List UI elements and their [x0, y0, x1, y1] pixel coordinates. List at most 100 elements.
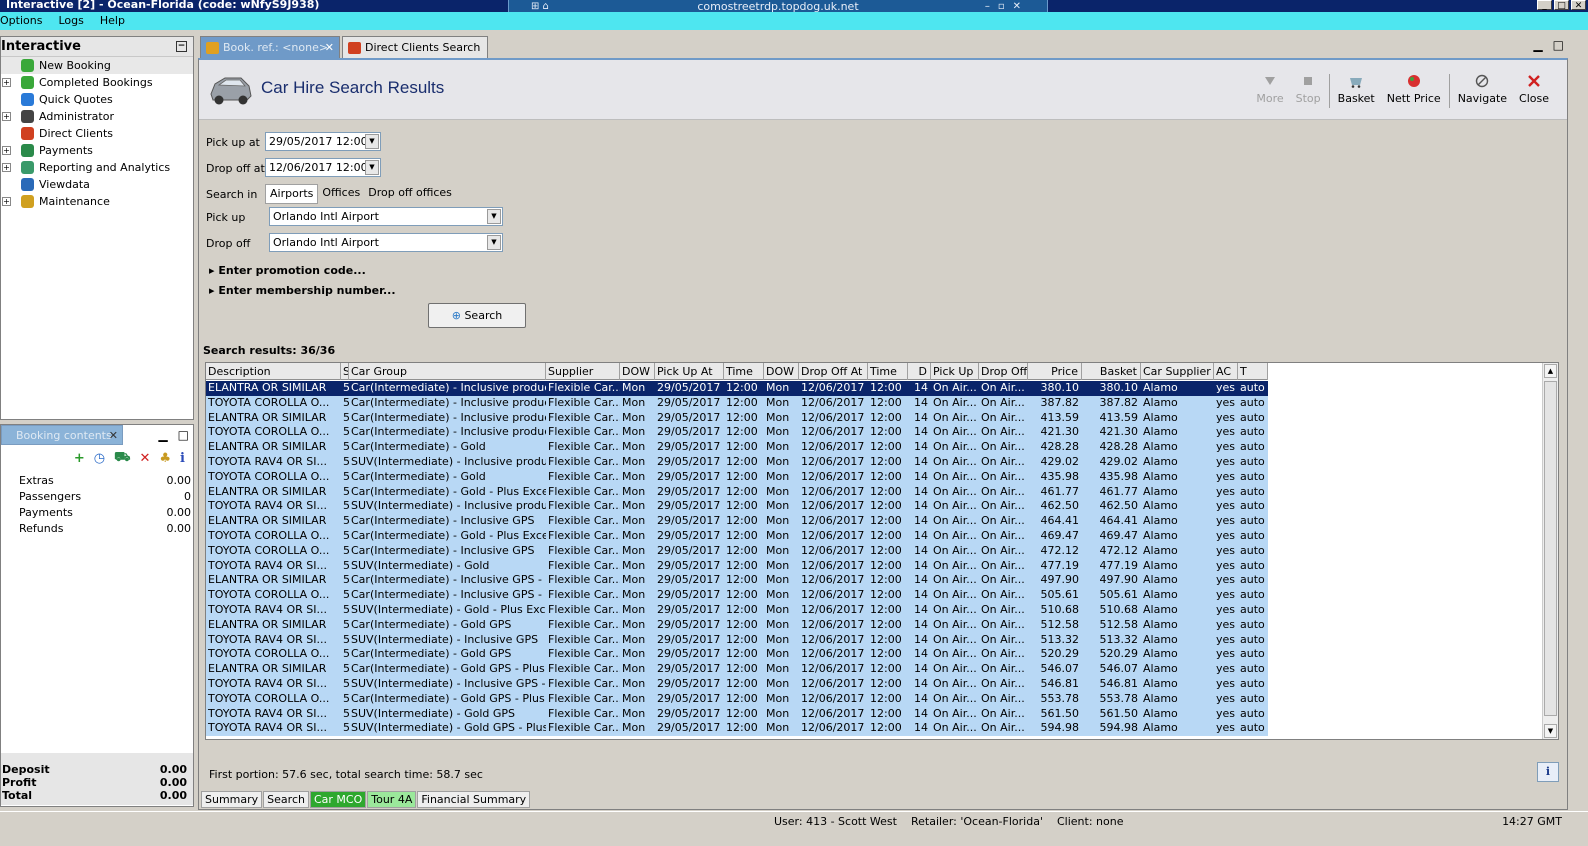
- column-header[interactable]: Price: [1028, 363, 1082, 380]
- tab-summary[interactable]: Summary: [201, 791, 263, 808]
- tab-search[interactable]: Search: [263, 791, 309, 808]
- table-row[interactable]: TOYOTA RAV4 OR SI... 5SUV(Intermediate) -…: [206, 603, 1268, 618]
- table-row[interactable]: ELANTRA OR SIMILAR 5Car(Intermediate) - I…: [206, 514, 1268, 529]
- table-row[interactable]: TOYOTA COROLLA O... 5Car(Intermediate) - …: [206, 469, 1268, 485]
- column-header[interactable]: Time: [868, 363, 908, 380]
- table-row[interactable]: ELANTRA OR SIMILAR 5Car(Intermediate) - G…: [206, 662, 1268, 677]
- nav-item-direct-clients[interactable]: Direct Clients: [1, 125, 193, 142]
- maximize-icon[interactable]: □: [1553, 38, 1564, 52]
- chevron-down-icon[interactable]: ▼: [487, 209, 501, 224]
- close-icon[interactable]: ✕: [325, 37, 334, 59]
- promotion-code-expander[interactable]: ▸ Enter promotion code...: [209, 264, 366, 277]
- minimize-icon[interactable]: ▁: [1533, 38, 1542, 52]
- more-button[interactable]: More: [1250, 74, 1289, 105]
- navigate-button[interactable]: Navigate: [1452, 74, 1513, 105]
- table-row[interactable]: TOYOTA RAV4 OR SI... 5SUV(Intermediate) -…: [206, 558, 1268, 574]
- maximize-icon[interactable]: □: [1554, 0, 1569, 11]
- table-row[interactable]: TOYOTA RAV4 OR SI... 5SUV(Intermediate) -…: [206, 499, 1268, 515]
- nav-item-payments[interactable]: + Payments: [1, 142, 193, 159]
- table-row[interactable]: TOYOTA COROLLA O... 5Car(Intermediate) - …: [206, 529, 1268, 544]
- search-in-offices[interactable]: Offices: [318, 184, 364, 204]
- basket-button[interactable]: Basket: [1332, 74, 1381, 105]
- vertical-scrollbar[interactable]: ▲ ▼: [1542, 363, 1558, 739]
- column-header[interactable]: DOW: [620, 363, 655, 380]
- scroll-down-icon[interactable]: ▼: [1544, 724, 1557, 738]
- basket-icon[interactable]: ⛟: [114, 450, 130, 467]
- scroll-up-icon[interactable]: ▲: [1544, 364, 1557, 378]
- table-row[interactable]: ELANTRA OR SIMILAR 5Car(Intermediate) - G…: [206, 617, 1268, 633]
- dropoff-date-field[interactable]: 12/06/2017 12:00 ▼: [265, 158, 381, 177]
- table-row[interactable]: TOYOTA COROLLA O... 5Car(Intermediate) - …: [206, 647, 1268, 663]
- stop-button[interactable]: Stop: [1290, 74, 1327, 105]
- search-in-airports[interactable]: Airports: [265, 184, 319, 204]
- column-header[interactable]: D: [908, 363, 931, 380]
- membership-number-expander[interactable]: ▸ Enter membership number...: [209, 284, 396, 297]
- nav-item-reporting-and-analytics[interactable]: + Reporting and Analytics: [1, 159, 193, 176]
- table-row[interactable]: TOYOTA RAV4 OR SI... 5SUV(Intermediate) -…: [206, 677, 1268, 692]
- column-header[interactable]: Pick Up: [931, 363, 979, 380]
- table-row[interactable]: TOYOTA COROLLA O... 5Car(Intermediate) - …: [206, 425, 1268, 441]
- table-row[interactable]: ELANTRA OR SIMILAR 5Car(Intermediate) - G…: [206, 440, 1268, 455]
- nav-item-maintenance[interactable]: + Maintenance: [1, 193, 193, 210]
- delete-icon[interactable]: ✕: [139, 451, 150, 466]
- info-button[interactable]: i: [1537, 762, 1559, 782]
- table-row[interactable]: TOYOTA COROLLA O... 5Car(Intermediate) - …: [206, 691, 1268, 707]
- column-header[interactable]: S: [341, 363, 349, 380]
- table-row[interactable]: ELANTRA OR SIMILAR 5Car(Intermediate) - G…: [206, 484, 1268, 500]
- column-header[interactable]: Pick Up At: [655, 363, 724, 380]
- table-row[interactable]: TOYOTA COROLLA O... 5Car(Intermediate) - …: [206, 543, 1268, 559]
- column-header[interactable]: Car Supplier: [1141, 363, 1214, 380]
- tab-booking[interactable]: Book. ref.: <none> ✕: [200, 36, 340, 58]
- close-icon[interactable]: ✕: [109, 426, 118, 446]
- tab-tour-4a[interactable]: Tour 4A: [367, 791, 417, 808]
- close-icon[interactable]: ✕: [1571, 0, 1586, 11]
- expand-icon[interactable]: +: [2, 163, 11, 172]
- pickup-date-field[interactable]: 29/05/2017 12:00 ▼: [265, 132, 381, 151]
- add-icon[interactable]: +: [74, 451, 85, 466]
- tab-financial-summary[interactable]: Financial Summary: [417, 791, 531, 808]
- column-header[interactable]: DOW: [764, 363, 799, 380]
- table-row[interactable]: ELANTRA OR SIMILAR 5Car(Intermediate) - I…: [206, 410, 1268, 426]
- maximize-icon[interactable]: □: [178, 428, 189, 442]
- expand-icon[interactable]: +: [2, 146, 11, 155]
- column-header[interactable]: AC: [1214, 363, 1238, 380]
- chevron-down-icon[interactable]: ▼: [365, 160, 379, 175]
- tab-car-mco[interactable]: Car MCO: [309, 791, 367, 808]
- palm-tree-icon[interactable]: ♣: [159, 451, 171, 466]
- nett-price-button[interactable]: Nett Price: [1381, 74, 1447, 105]
- nav-item-quick-quotes[interactable]: Quick Quotes: [1, 91, 193, 108]
- table-row[interactable]: TOYOTA RAV4 OR SI... 5SUV(Intermediate) -…: [206, 455, 1268, 470]
- expand-icon[interactable]: +: [2, 112, 11, 121]
- nav-item-administrator[interactable]: + Administrator: [1, 108, 193, 125]
- minimize-icon[interactable]: ▁: [158, 428, 167, 442]
- search-button[interactable]: ⊕ Search: [428, 303, 526, 328]
- info-icon[interactable]: i: [180, 451, 185, 466]
- column-header[interactable]: Basket: [1082, 363, 1141, 380]
- close-button[interactable]: Close: [1513, 74, 1555, 105]
- search-in-dropoff-offices[interactable]: Drop off offices: [364, 184, 456, 204]
- minimize-icon[interactable]: _: [1537, 0, 1552, 11]
- nav-item-completed-bookings[interactable]: + Completed Bookings: [1, 74, 193, 91]
- chevron-down-icon[interactable]: ▼: [365, 134, 379, 149]
- collapse-icon[interactable]: −: [176, 41, 187, 52]
- column-header[interactable]: T: [1238, 363, 1268, 380]
- table-row[interactable]: ELANTRA OR SIMILAR 5Car(Intermediate) - I…: [206, 573, 1268, 589]
- menu-logs[interactable]: Logs: [58, 12, 83, 30]
- menu-help[interactable]: Help: [100, 12, 125, 30]
- menu-options[interactable]: Options: [0, 12, 42, 30]
- clock-icon[interactable]: ◷: [94, 451, 105, 466]
- nav-item-viewdata[interactable]: Viewdata: [1, 176, 193, 193]
- chevron-down-icon[interactable]: ▼: [487, 235, 501, 250]
- column-header[interactable]: Drop Off: [979, 363, 1028, 380]
- table-row[interactable]: TOYOTA RAV4 OR SI... 5SUV(Intermediate) -…: [206, 721, 1268, 737]
- dropoff-location-select[interactable]: Orlando Intl Airport ▼: [269, 233, 503, 252]
- column-header[interactable]: Drop Off At: [799, 363, 868, 380]
- pickup-location-select[interactable]: Orlando Intl Airport ▼: [269, 207, 503, 226]
- booking-contents-tab[interactable]: Booking contents ✕: [1, 425, 123, 445]
- column-header[interactable]: Supplier: [546, 363, 620, 380]
- scroll-thumb[interactable]: [1544, 381, 1557, 716]
- table-row[interactable]: TOYOTA RAV4 OR SI... 5SUV(Intermediate) -…: [206, 706, 1268, 722]
- expand-icon[interactable]: +: [2, 78, 11, 87]
- tab-direct-clients-search[interactable]: Direct Clients Search: [342, 36, 488, 58]
- table-row[interactable]: ELANTRA OR SIMILAR 5Car(Intermediate) - I…: [206, 381, 1268, 396]
